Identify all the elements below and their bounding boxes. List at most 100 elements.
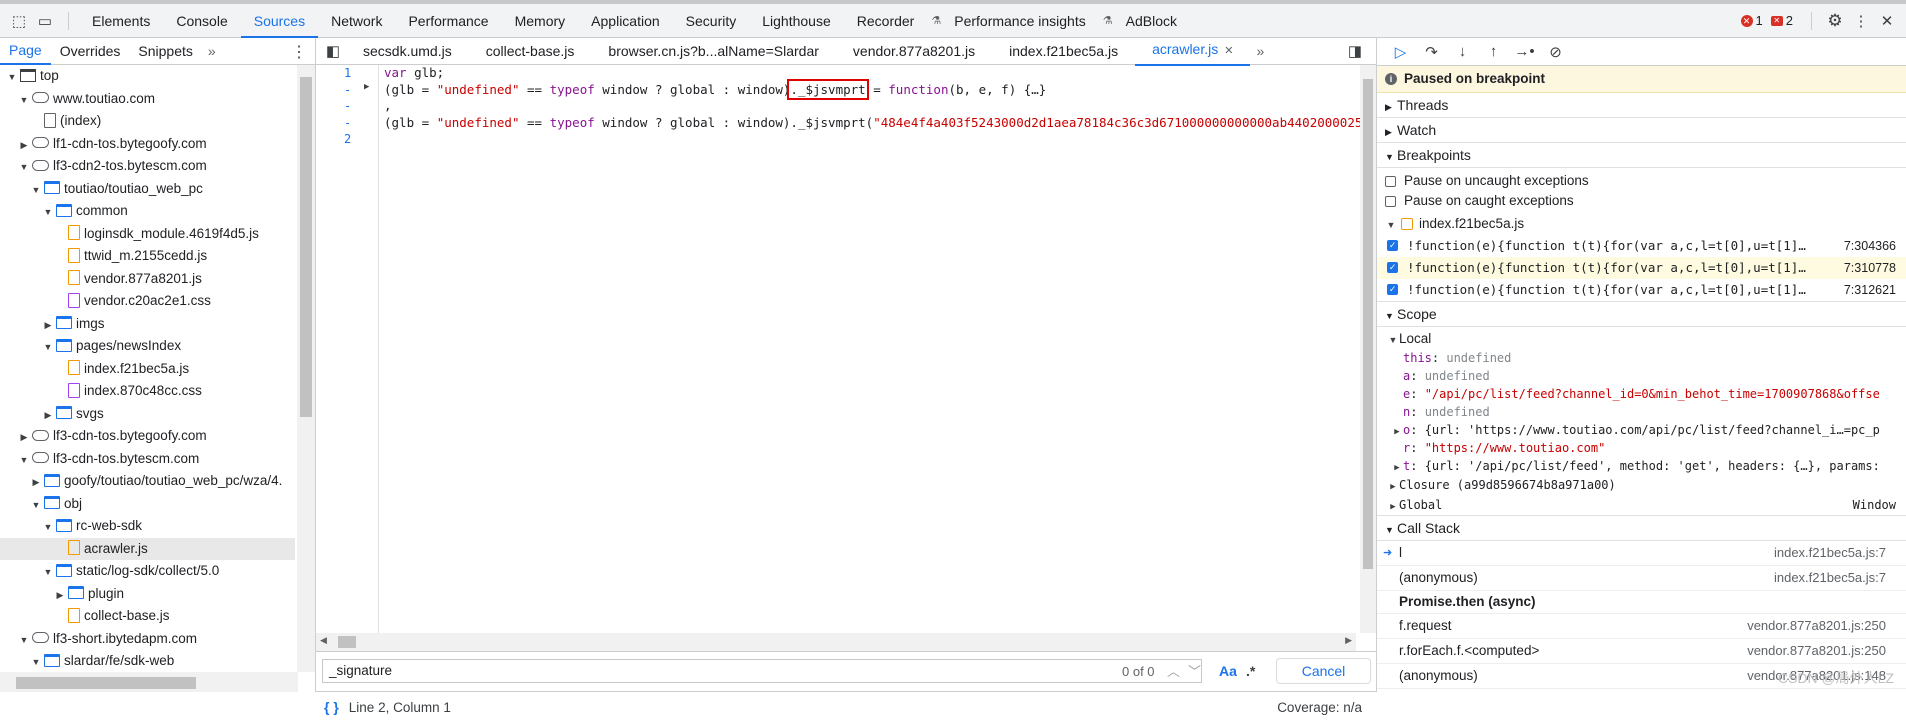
tree-item[interactable]: ▼ lf3-short.ibytedapm.com bbox=[0, 628, 295, 651]
call-frame-location[interactable]: vendor.877a8201.js:250 bbox=[1747, 614, 1886, 638]
scope-global[interactable]: ▶ Global Window bbox=[1377, 495, 1906, 515]
breakpoint-checkbox[interactable]: ✓ bbox=[1387, 262, 1398, 273]
breakpoint-file-group[interactable]: ▼ index.f21bec5a.js bbox=[1377, 213, 1906, 235]
inspect-element-icon[interactable]: ⬚ bbox=[6, 8, 32, 34]
pause-caught-option[interactable]: Pause on caught exceptions bbox=[1377, 191, 1906, 211]
tab-application[interactable]: Application bbox=[578, 4, 673, 38]
tab-memory[interactable]: Memory bbox=[502, 4, 579, 38]
checkbox[interactable] bbox=[1385, 175, 1396, 187]
error-badge[interactable]: ✕ 1 bbox=[1740, 13, 1763, 28]
tree-item[interactable]: acrawler.js bbox=[0, 537, 295, 560]
tab-recorder[interactable]: Recorder bbox=[844, 4, 928, 38]
tree-item[interactable]: ▼ pages/newsIndex bbox=[0, 335, 295, 358]
call-frame-location[interactable]: index.f21bec5a.js:7 bbox=[1774, 566, 1886, 590]
step-into-icon[interactable]: ↓ bbox=[1447, 39, 1478, 65]
code-text[interactable]: var glb; (glb = "undefined" == typeof wi… bbox=[384, 65, 1362, 131]
tree-item[interactable]: index.870c48cc.css bbox=[0, 380, 295, 403]
tree-item[interactable]: ▼ obj bbox=[0, 493, 295, 516]
device-toolbar-icon[interactable]: ▭ bbox=[32, 8, 58, 34]
collapse-triangle-icon[interactable]: ▼ bbox=[30, 494, 42, 517]
call-frame[interactable]: f.request vendor.877a8201.js:250 bbox=[1377, 614, 1906, 639]
breakpoint-checkbox[interactable]: ✓ bbox=[1387, 240, 1398, 251]
scrollbar-thumb[interactable] bbox=[16, 677, 196, 689]
expand-triangle-icon[interactable]: ▶ bbox=[42, 404, 54, 427]
breakpoint-checkbox[interactable]: ✓ bbox=[1387, 284, 1398, 295]
tree-item[interactable]: ▶ lf3-cdn-tos.bytegoofy.com bbox=[0, 425, 295, 448]
fold-expand-icon[interactable]: ▶ bbox=[364, 82, 369, 92]
section-watch[interactable]: ▶ Watch bbox=[1377, 118, 1906, 143]
tree-item[interactable]: collect-base.js bbox=[0, 605, 295, 628]
search-previous-icon[interactable]: ︿ bbox=[1167, 661, 1180, 680]
tree-item[interactable]: ttwid_m.2155cedd.js bbox=[0, 245, 295, 268]
tab-network[interactable]: Network bbox=[318, 4, 395, 38]
scope-variable[interactable]: ▶ t: {url: '/api/pc/list/feed', method: '… bbox=[1377, 457, 1906, 475]
tab-page[interactable]: Page bbox=[0, 37, 51, 65]
regex-button[interactable]: .* bbox=[1246, 663, 1255, 679]
navigator-vertical-scrollbar[interactable] bbox=[297, 65, 315, 672]
collapse-triangle-icon[interactable]: ▼ bbox=[42, 336, 54, 359]
collapse-triangle-icon[interactable]: ▼ bbox=[30, 651, 42, 672]
tab-sources[interactable]: Sources bbox=[240, 4, 319, 38]
step-out-icon[interactable]: ↑ bbox=[1478, 39, 1509, 65]
more-options-icon[interactable]: ⋮ bbox=[1848, 8, 1874, 34]
close-devtools-icon[interactable]: ✕ bbox=[1874, 8, 1900, 34]
scope-variable[interactable]: a: undefined bbox=[1377, 367, 1906, 385]
pause-uncaught-option[interactable]: Pause on uncaught exceptions bbox=[1377, 171, 1906, 191]
more-editor-tabs-chevron-icon[interactable]: » bbox=[1250, 43, 1270, 59]
editor-tab[interactable]: vendor.877a8201.js bbox=[836, 38, 992, 64]
cancel-search-button[interactable]: Cancel bbox=[1276, 658, 1371, 684]
scroll-left-icon[interactable]: ◀ bbox=[320, 635, 327, 646]
scope-closure[interactable]: ▶ Closure (a99d8596674b8a971a00) bbox=[1377, 475, 1906, 495]
resume-icon[interactable]: ▷ bbox=[1385, 39, 1416, 65]
tree-item[interactable]: ▶ lf1-cdn-tos.bytegoofy.com bbox=[0, 133, 295, 156]
tree-item[interactable]: ▼ toutiao/toutiao_web_pc bbox=[0, 178, 295, 201]
more-tabs-chevron-icon[interactable]: » bbox=[202, 43, 222, 59]
call-frame[interactable]: (anonymous) index.f21bec5a.js:7 bbox=[1377, 566, 1906, 591]
line-number[interactable]: 2 bbox=[316, 131, 378, 148]
tree-item[interactable]: vendor.c20ac2e1.css bbox=[0, 290, 295, 313]
search-next-icon[interactable]: ﹀ bbox=[1188, 661, 1201, 680]
tree-item[interactable]: ▼ static/log-sdk/collect/5.0 bbox=[0, 560, 295, 583]
line-number-gutter[interactable]: 1---2 bbox=[316, 65, 379, 633]
tree-item[interactable]: index.f21bec5a.js bbox=[0, 358, 295, 381]
editor-tab[interactable]: index.f21bec5a.js bbox=[992, 38, 1135, 64]
call-frame-location[interactable]: index.f21bec5a.js:7 bbox=[1774, 541, 1886, 565]
collapse-triangle-icon[interactable]: ▼ bbox=[42, 516, 54, 539]
tree-item[interactable]: ▼ www.toutiao.com bbox=[0, 88, 295, 111]
tab-lighthouse[interactable]: Lighthouse bbox=[749, 4, 844, 38]
collapse-triangle-icon[interactable]: ▼ bbox=[42, 561, 54, 584]
tab-performance[interactable]: Performance bbox=[395, 4, 501, 38]
tree-item[interactable]: ▼ lf3-cdn-tos.bytescm.com bbox=[0, 448, 295, 471]
tree-item[interactable]: vendor.877a8201.js bbox=[0, 268, 295, 291]
tab-adblock[interactable]: AdBlock bbox=[1113, 4, 1190, 38]
breakpoint-item[interactable]: ✓ !function(e){function t(t){for(var a,c,… bbox=[1377, 235, 1906, 257]
scroll-right-icon[interactable]: ▶ bbox=[1345, 635, 1352, 646]
tab-console[interactable]: Console bbox=[163, 4, 240, 38]
match-case-button[interactable]: Aa bbox=[1219, 663, 1237, 679]
collapse-triangle-icon[interactable]: ▼ bbox=[18, 156, 30, 179]
expand-triangle-icon[interactable]: ▶ bbox=[54, 584, 66, 607]
navigator-horizontal-scrollbar[interactable] bbox=[0, 672, 298, 692]
section-breakpoints[interactable]: ▼ Breakpoints bbox=[1377, 143, 1906, 168]
scrollbar-thumb[interactable] bbox=[300, 77, 312, 417]
search-input[interactable]: _signature bbox=[322, 659, 1202, 683]
tab-overrides[interactable]: Overrides bbox=[51, 38, 130, 64]
close-tab-icon[interactable]: ✕ bbox=[1224, 45, 1233, 57]
breakpoint-item[interactable]: ✓ !function(e){function t(t){for(var a,c,… bbox=[1377, 257, 1906, 279]
step-over-icon[interactable]: ↷ bbox=[1416, 39, 1447, 65]
line-number[interactable]: - bbox=[316, 98, 378, 115]
tree-item[interactable]: ▶ plugin bbox=[0, 583, 295, 606]
toggle-debugger-icon[interactable]: ◨ bbox=[1342, 38, 1368, 64]
editor-tab[interactable]: secsdk.umd.js bbox=[346, 38, 469, 64]
settings-gear-icon[interactable]: ⚙ bbox=[1822, 8, 1848, 34]
scrollbar-thumb[interactable] bbox=[338, 636, 356, 648]
editor-vertical-scrollbar[interactable] bbox=[1360, 65, 1376, 633]
tree-item[interactable]: (index) bbox=[0, 110, 295, 133]
tab-security[interactable]: Security bbox=[673, 4, 750, 38]
pretty-print-braces-icon[interactable]: { } bbox=[324, 699, 339, 715]
scope-variable[interactable]: e: "/api/pc/list/feed?channel_id=0&min_b… bbox=[1377, 385, 1906, 403]
tab-performance-insights[interactable]: Performance insights bbox=[941, 4, 1099, 38]
tree-item[interactable]: ▼ lf3-cdn2-tos.bytescm.com bbox=[0, 155, 295, 178]
section-call-stack[interactable]: ▼ Call Stack bbox=[1377, 515, 1906, 541]
breakpoint-item[interactable]: ✓ !function(e){function t(t){for(var a,c,… bbox=[1377, 279, 1906, 301]
